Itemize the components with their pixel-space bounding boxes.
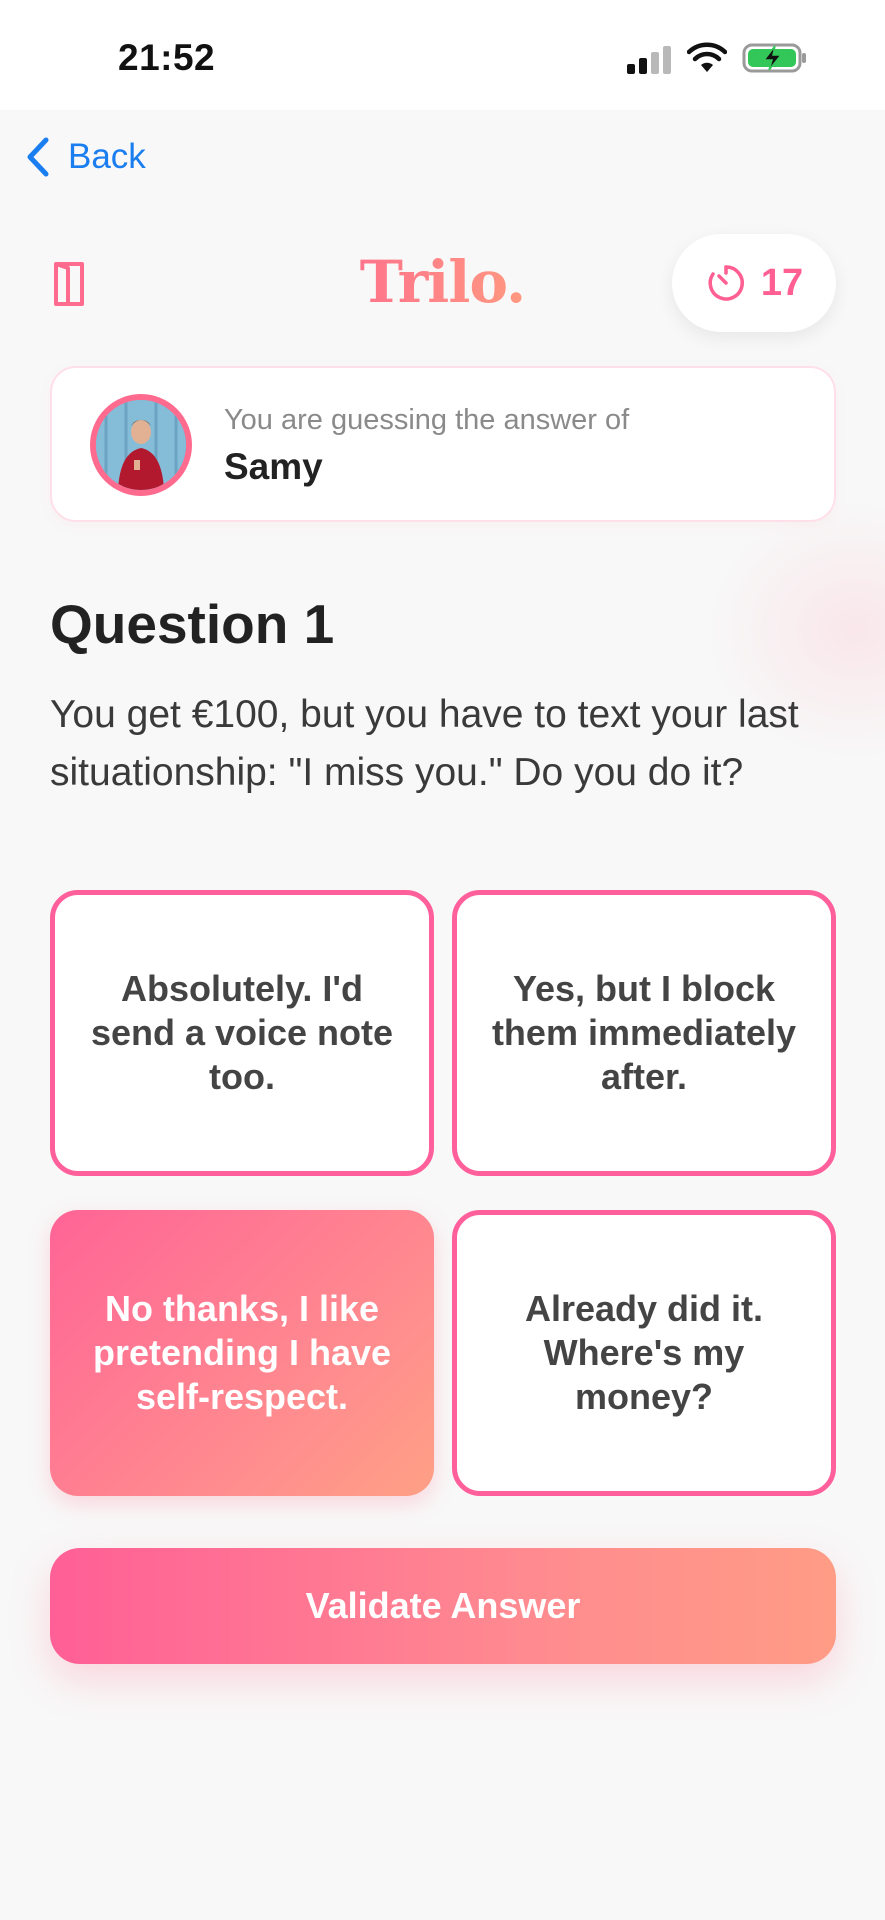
status-time: 21:52	[118, 37, 216, 78]
chevron-left-icon	[27, 137, 49, 177]
battery-charging-icon	[742, 43, 806, 73]
answer-label: Already did it. Where's my money?	[524, 1288, 764, 1417]
player-caption: You are guessing the answer of	[224, 404, 630, 436]
validate-answer-button[interactable]: Validate Answer	[50, 1548, 836, 1664]
timer-badge: 17	[672, 234, 836, 332]
answer-option-4[interactable]: Already did it. Where's my money?	[452, 1210, 836, 1496]
answer-option-1[interactable]: Absolutely. I'd send a voice note too.	[50, 890, 434, 1176]
timer-icon	[708, 265, 744, 301]
avatar-image	[96, 400, 186, 490]
back-label: Back	[68, 137, 146, 176]
status-bar: 21:52	[0, 0, 885, 110]
answer-option-2[interactable]: Yes, but I block them immediately after.	[452, 890, 836, 1176]
player-name: Samy	[224, 446, 323, 487]
answer-label: Yes, but I block them immediately after.	[491, 968, 797, 1097]
avatar	[90, 394, 192, 496]
answer-option-3-selected[interactable]: No thanks, I like pretending I have self…	[50, 1210, 434, 1496]
answer-label: Absolutely. I'd send a voice note too.	[90, 968, 394, 1097]
question-text: You get €100, but you have to text your …	[50, 693, 799, 794]
answer-label: No thanks, I like pretending I have self…	[92, 1288, 392, 1417]
cellular-signal-icon	[627, 46, 673, 74]
quiz-screen: 21:52 Back Trilo. 17 You are guessing th…	[0, 0, 885, 1920]
player-card: You are guessing the answer of Samy	[50, 366, 836, 522]
back-button[interactable]: Back	[24, 132, 146, 182]
wifi-icon	[687, 42, 727, 72]
question-title: Question 1	[50, 593, 335, 655]
timer-value: 17	[760, 261, 804, 304]
